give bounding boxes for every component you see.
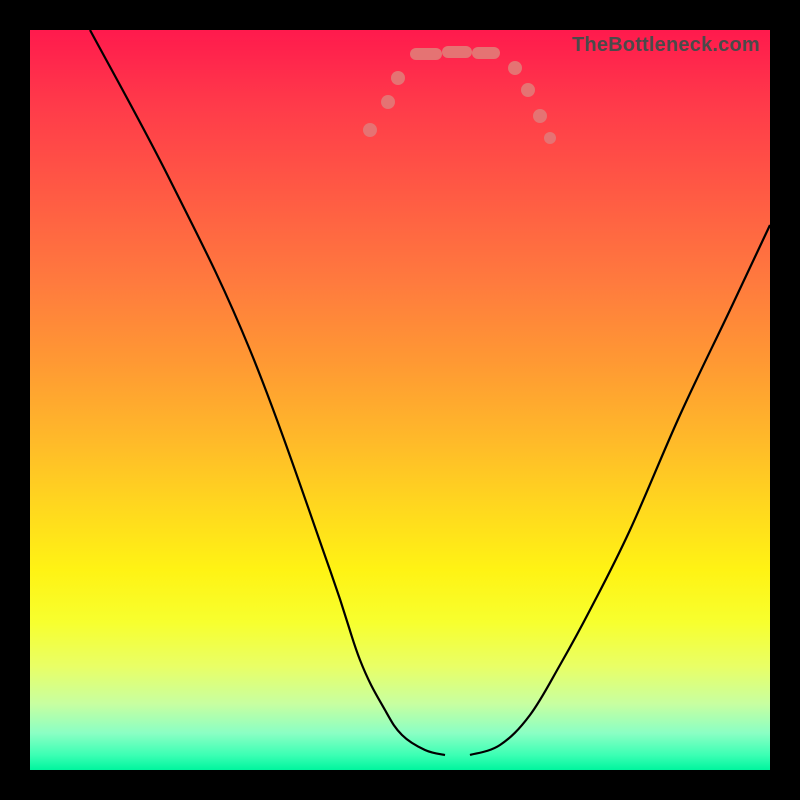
data-marker (544, 132, 556, 144)
data-marker (521, 83, 535, 97)
data-marker (381, 95, 395, 109)
left-curve (90, 30, 445, 755)
data-marker (472, 47, 500, 59)
data-marker (508, 61, 522, 75)
data-marker (410, 48, 442, 60)
data-marker (391, 71, 405, 85)
chart-svg (30, 30, 770, 770)
data-marker (363, 123, 377, 137)
marker-group (363, 46, 556, 144)
plot-area: TheBottleneck.com (30, 30, 770, 770)
data-marker (533, 109, 547, 123)
right-curve (470, 225, 770, 755)
data-marker (442, 46, 472, 58)
